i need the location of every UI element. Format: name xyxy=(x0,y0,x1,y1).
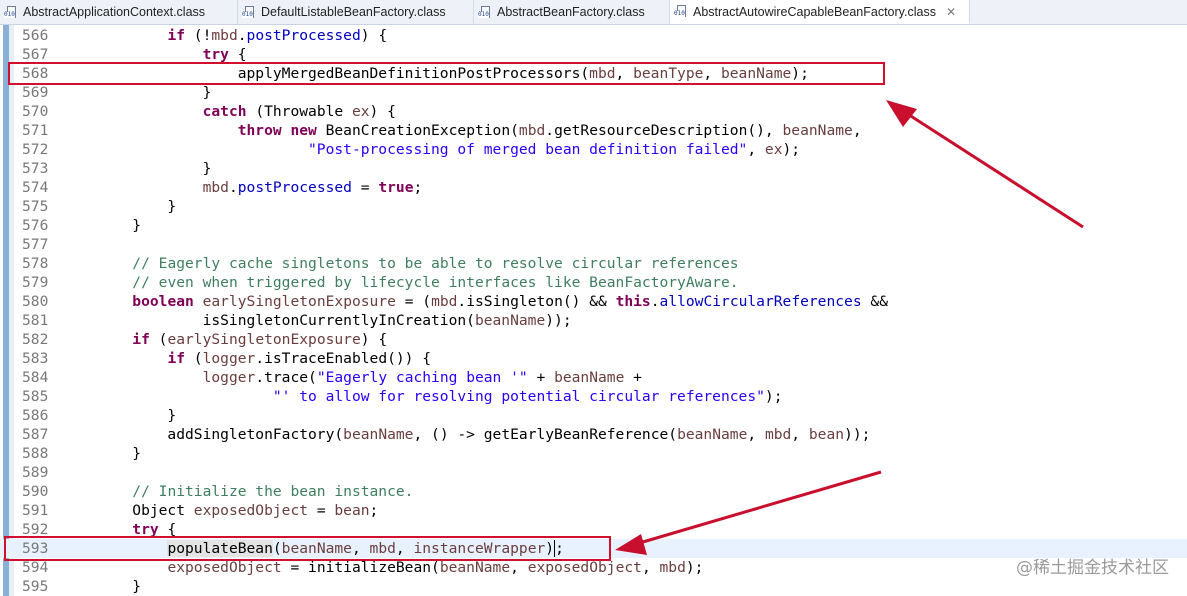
tab-default-listable-bean-factory[interactable]: 010 DefaultListableBeanFactory.class xyxy=(238,0,474,24)
arrow-head-icon xyxy=(886,100,917,127)
tab-abstract-application-context[interactable]: 010 AbstractApplicationContext.class xyxy=(0,0,238,24)
editor-tab-bar: 010 AbstractApplicationContext.class 010… xyxy=(0,0,1187,25)
arrow-head-icon xyxy=(615,534,647,555)
class-file-icon: 010 xyxy=(478,5,492,19)
code-editor[interactable]: 566 if (!mbd.postProcessed) {567 try {56… xyxy=(0,25,1187,596)
class-file-icon: 010 xyxy=(674,5,688,18)
annotation-arrows xyxy=(615,100,1084,555)
tab-abstract-bean-factory[interactable]: 010 AbstractBeanFactory.class xyxy=(474,0,670,24)
arrow-to-line-568 xyxy=(902,109,1084,229)
tab-label: AbstractAutowireCapableBeanFactory.class xyxy=(693,4,936,19)
arrow-to-line-593 xyxy=(635,470,882,546)
tab-label: DefaultListableBeanFactory.class xyxy=(261,5,446,19)
tab-label: AbstractBeanFactory.class xyxy=(497,5,645,19)
tab-abstract-autowire-capable-bean-factory[interactable]: 010 AbstractAutowireCapableBeanFactory.c… xyxy=(670,0,970,24)
close-tab-icon[interactable]: ✕ xyxy=(946,5,956,19)
class-file-icon: 010 xyxy=(4,5,18,19)
tab-label: AbstractApplicationContext.class xyxy=(23,5,206,19)
watermark: @稀土掘金技术社区 xyxy=(1016,558,1169,578)
class-file-icon: 010 xyxy=(242,5,256,19)
